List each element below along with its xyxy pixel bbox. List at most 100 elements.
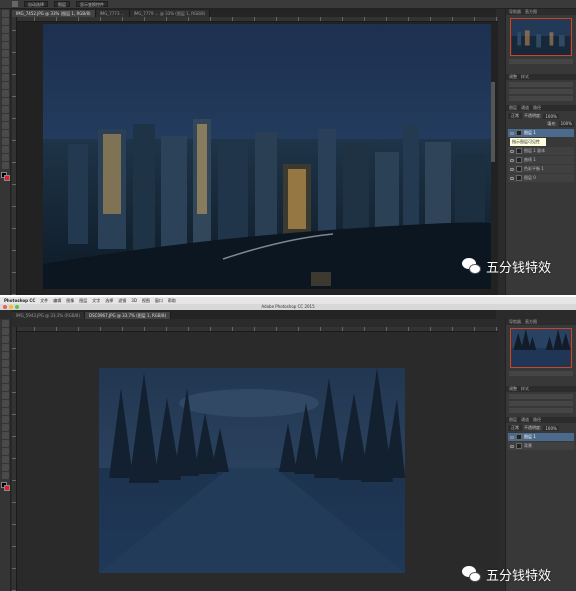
eye-icon[interactable] — [510, 176, 514, 180]
quick-select-tool[interactable] — [1, 344, 9, 351]
tab-doc-1[interactable]: IMG_7452.JPG @ 33% (图层 1, RGB/8) — [12, 10, 96, 17]
adjustments-icons-row-2[interactable] — [509, 89, 573, 94]
adjustments-icons-row-1[interactable] — [509, 82, 573, 87]
zoom-tool[interactable] — [1, 472, 9, 479]
lasso-tool[interactable] — [1, 336, 9, 343]
tab-adjustments[interactable]: 调整 — [509, 386, 517, 392]
zoom-slider[interactable] — [509, 371, 573, 376]
blend-mode-select[interactable]: 正常 — [508, 113, 522, 119]
menu-select[interactable]: 选择 — [105, 298, 113, 304]
adjustments-icons-row-3[interactable] — [509, 96, 573, 101]
hand-tool[interactable] — [1, 464, 9, 471]
eye-icon[interactable] — [510, 167, 514, 171]
eye-icon[interactable] — [510, 158, 514, 162]
opacity-input[interactable]: 100% — [543, 113, 559, 119]
canvas-area[interactable] — [17, 332, 498, 591]
tab-layers[interactable]: 图层 — [509, 105, 517, 111]
show-transform-checkbox[interactable]: 显示变换控件 — [76, 1, 108, 7]
vertical-scrollbar[interactable] — [491, 82, 495, 162]
canvas-area[interactable] — [17, 22, 498, 295]
blend-mode-select[interactable]: 正常 — [508, 425, 522, 431]
zoom-slider[interactable] — [509, 59, 573, 64]
background-color-swatch[interactable] — [4, 485, 10, 491]
history-brush-tool[interactable] — [1, 82, 9, 89]
tab-doc-1[interactable]: IMG_5943.JPG @ 33.3% (RGB/8) — [12, 312, 86, 319]
tab-histogram[interactable]: 直方图 — [525, 9, 537, 15]
opacity-input[interactable]: 100% — [543, 425, 559, 431]
menu-type[interactable]: 文字 — [92, 298, 100, 304]
gradient-tool[interactable] — [1, 98, 9, 105]
tab-styles[interactable]: 样式 — [521, 386, 529, 392]
type-tool[interactable] — [1, 130, 9, 137]
healing-tool[interactable] — [1, 368, 9, 375]
dodge-tool[interactable] — [1, 114, 9, 121]
navigator-thumbnail[interactable] — [510, 328, 572, 368]
crop-tool[interactable] — [1, 352, 9, 359]
menu-view[interactable]: 视图 — [142, 298, 150, 304]
marquee-tool[interactable] — [1, 18, 9, 25]
minimize-window-button[interactable] — [9, 305, 13, 309]
quick-select-tool[interactable] — [1, 34, 9, 41]
tab-histogram[interactable]: 直方图 — [525, 319, 537, 325]
move-tool[interactable] — [1, 320, 9, 327]
eraser-tool[interactable] — [1, 400, 9, 407]
tab-doc-2[interactable]: DSC0967.JPG @ 33.7% (图层 1, RGB/8) — [85, 312, 172, 319]
tab-adjustments[interactable]: 调整 — [509, 74, 517, 80]
blur-tool[interactable] — [1, 106, 9, 113]
menu-image[interactable]: 图像 — [66, 298, 74, 304]
tab-layers[interactable]: 图层 — [509, 417, 517, 423]
menu-help[interactable]: 帮助 — [168, 298, 176, 304]
blur-tool[interactable] — [1, 416, 9, 423]
auto-select-checkbox[interactable]: 自动选择 — [24, 1, 48, 7]
tab-paths[interactable]: 路径 — [533, 105, 541, 111]
layer-row[interactable]: 图层 0 — [508, 174, 574, 182]
tab-doc-2[interactable]: IMG_7773 ... — [95, 10, 130, 17]
menu-filter[interactable]: 滤镜 — [118, 298, 126, 304]
hand-tool[interactable] — [1, 154, 9, 161]
menu-app[interactable]: Photoshop CC — [4, 298, 35, 303]
menu-window[interactable]: 窗口 — [155, 298, 163, 304]
eye-icon[interactable] — [510, 149, 514, 153]
marquee-tool[interactable] — [1, 328, 9, 335]
eye-icon[interactable] — [510, 131, 514, 135]
stamp-tool[interactable] — [1, 74, 9, 81]
pen-tool[interactable] — [1, 432, 9, 439]
auto-select-dropdown[interactable]: 图层 — [54, 1, 70, 7]
shape-tool[interactable] — [1, 146, 9, 153]
shape-tool[interactable] — [1, 456, 9, 463]
eyedropper-tool[interactable] — [1, 360, 9, 367]
adjustments-icons-row-3[interactable] — [509, 408, 573, 413]
crop-tool[interactable] — [1, 42, 9, 49]
tab-channels[interactable]: 通道 — [521, 105, 529, 111]
brush-tool[interactable] — [1, 376, 9, 383]
navigator-thumbnail[interactable] — [510, 18, 572, 56]
move-tool-icon[interactable] — [12, 1, 18, 7]
lasso-tool[interactable] — [1, 26, 9, 33]
pen-tool[interactable] — [1, 122, 9, 129]
healing-tool[interactable] — [1, 58, 9, 65]
layer-row[interactable]: 图层 1 副本 — [508, 147, 574, 155]
menu-file[interactable]: 文件 — [40, 298, 48, 304]
tab-styles[interactable]: 样式 — [521, 74, 529, 80]
history-brush-tool[interactable] — [1, 392, 9, 399]
path-select-tool[interactable] — [1, 138, 9, 145]
tab-doc-3[interactable]: IMG_7779 ... @ 33% (图层 1, RGB/8) — [129, 10, 211, 17]
zoom-window-button[interactable] — [15, 305, 19, 309]
layer-row[interactable]: 曲线 1 — [508, 156, 574, 164]
move-tool[interactable] — [1, 10, 9, 17]
type-tool[interactable] — [1, 440, 9, 447]
menu-3d[interactable]: 3D — [131, 298, 137, 303]
close-window-button[interactable] — [3, 305, 7, 309]
layer-row[interactable]: 图层 1 — [508, 129, 574, 137]
layer-row[interactable]: 图层 1 — [508, 433, 574, 441]
fill-input[interactable]: 100% — [558, 121, 574, 127]
eyedropper-tool[interactable] — [1, 50, 9, 57]
tab-paths[interactable]: 路径 — [533, 417, 541, 423]
eraser-tool[interactable] — [1, 90, 9, 97]
path-select-tool[interactable] — [1, 448, 9, 455]
tab-navigator[interactable]: 导航器 — [509, 319, 521, 325]
background-color-swatch[interactable] — [4, 175, 10, 181]
brush-tool[interactable] — [1, 66, 9, 73]
tab-channels[interactable]: 通道 — [521, 417, 529, 423]
zoom-tool[interactable] — [1, 162, 9, 169]
